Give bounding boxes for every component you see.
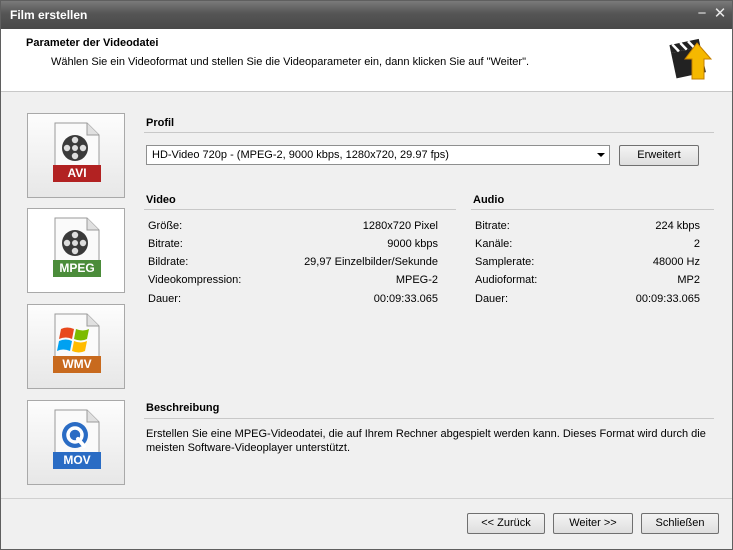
audio-row: Dauer: 00:09:33.065 xyxy=(475,293,700,307)
format-wmv-button[interactable]: WMV xyxy=(27,304,125,389)
audio-row: Kanäle: 2 xyxy=(475,238,700,252)
video-value: MPEG-2 xyxy=(395,274,438,286)
video-key: Bitrate: xyxy=(148,238,183,250)
title-bar[interactable]: Film erstellen − ✕ xyxy=(1,1,732,29)
audio-value: MP2 xyxy=(677,274,700,286)
format-label: WMV xyxy=(53,356,101,373)
profile-section-title: Profil xyxy=(146,117,175,129)
video-value: 1280x720 Pixel xyxy=(362,220,438,232)
description-section-title: Beschreibung xyxy=(146,402,220,414)
film-erstellen-dialog: Film erstellen − ✕ Parameter der Videoda… xyxy=(0,0,733,550)
audio-value: 48000 Hz xyxy=(652,256,700,268)
profile-dropdown[interactable]: HD-Video 720p - (MPEG-2, 9000 kbps, 1280… xyxy=(146,145,610,165)
description-text: Erstellen Sie eine MPEG-Videodatei, die … xyxy=(146,428,706,454)
audio-value: 00:09:33.065 xyxy=(635,293,700,305)
clapperboard-icon xyxy=(669,38,713,80)
video-row: Bildrate: 29,97 Einzelbilder/Sekunde xyxy=(148,256,438,270)
format-label: MPEG xyxy=(53,260,101,277)
video-key: Bildrate: xyxy=(148,256,189,268)
audio-key: Audioformat: xyxy=(475,274,538,286)
audio-divider xyxy=(471,209,714,210)
format-avi-button[interactable]: AVI xyxy=(27,113,125,198)
back-button[interactable]: << Zurück xyxy=(467,513,545,534)
audio-key: Dauer: xyxy=(475,293,509,305)
profile-selected-value: HD-Video 720p - (MPEG-2, 9000 kbps, 1280… xyxy=(152,149,449,161)
description-divider xyxy=(144,418,714,419)
wizard-header: Parameter der Videodatei Wählen Sie ein … xyxy=(1,29,732,92)
video-key: Größe: xyxy=(148,220,183,232)
audio-key: Kanäle: xyxy=(475,238,513,250)
format-label: AVI xyxy=(53,165,101,182)
video-row: Größe: 1280x720 Pixel xyxy=(148,220,438,234)
format-mpeg-button[interactable]: MPEG xyxy=(27,208,125,293)
header-subtitle: Wählen Sie ein Videoformat und stellen S… xyxy=(51,56,530,68)
video-row: Videokompression: MPEG-2 xyxy=(148,274,438,288)
audio-section-title: Audio xyxy=(473,194,505,206)
footer-divider xyxy=(1,498,732,499)
window-title: Film erstellen xyxy=(10,8,88,22)
audio-value: 2 xyxy=(693,238,700,250)
audio-key: Bitrate: xyxy=(475,220,510,232)
audio-value: 224 kbps xyxy=(655,220,700,232)
video-row: Dauer: 00:09:33.065 xyxy=(148,293,438,307)
audio-row: Bitrate: 224 kbps xyxy=(475,220,700,234)
video-section-title: Video xyxy=(146,194,176,206)
minimize-icon[interactable]: − xyxy=(694,6,710,22)
header-title: Parameter der Videodatei xyxy=(26,37,159,49)
close-button[interactable]: Schließen xyxy=(641,513,719,534)
chevron-down-icon xyxy=(597,153,605,157)
video-key: Videokompression: xyxy=(148,274,242,286)
video-value: 00:09:33.065 xyxy=(373,293,438,305)
video-value: 29,97 Einzelbilder/Sekunde xyxy=(304,256,438,268)
audio-row: Samplerate: 48000 Hz xyxy=(475,256,700,270)
audio-key: Samplerate: xyxy=(475,256,535,268)
close-icon[interactable]: ✕ xyxy=(712,6,728,22)
audio-row: Audioformat: MP2 xyxy=(475,274,700,288)
video-divider xyxy=(144,209,456,210)
profile-divider xyxy=(144,132,714,133)
advanced-button[interactable]: Erweitert xyxy=(619,145,699,166)
video-key: Dauer: xyxy=(148,293,182,305)
video-row: Bitrate: 9000 kbps xyxy=(148,238,438,252)
format-mov-button[interactable]: MOV xyxy=(27,400,125,485)
video-value: 9000 kbps xyxy=(387,238,438,250)
next-button[interactable]: Weiter >> xyxy=(553,513,633,534)
format-label: MOV xyxy=(53,452,101,469)
